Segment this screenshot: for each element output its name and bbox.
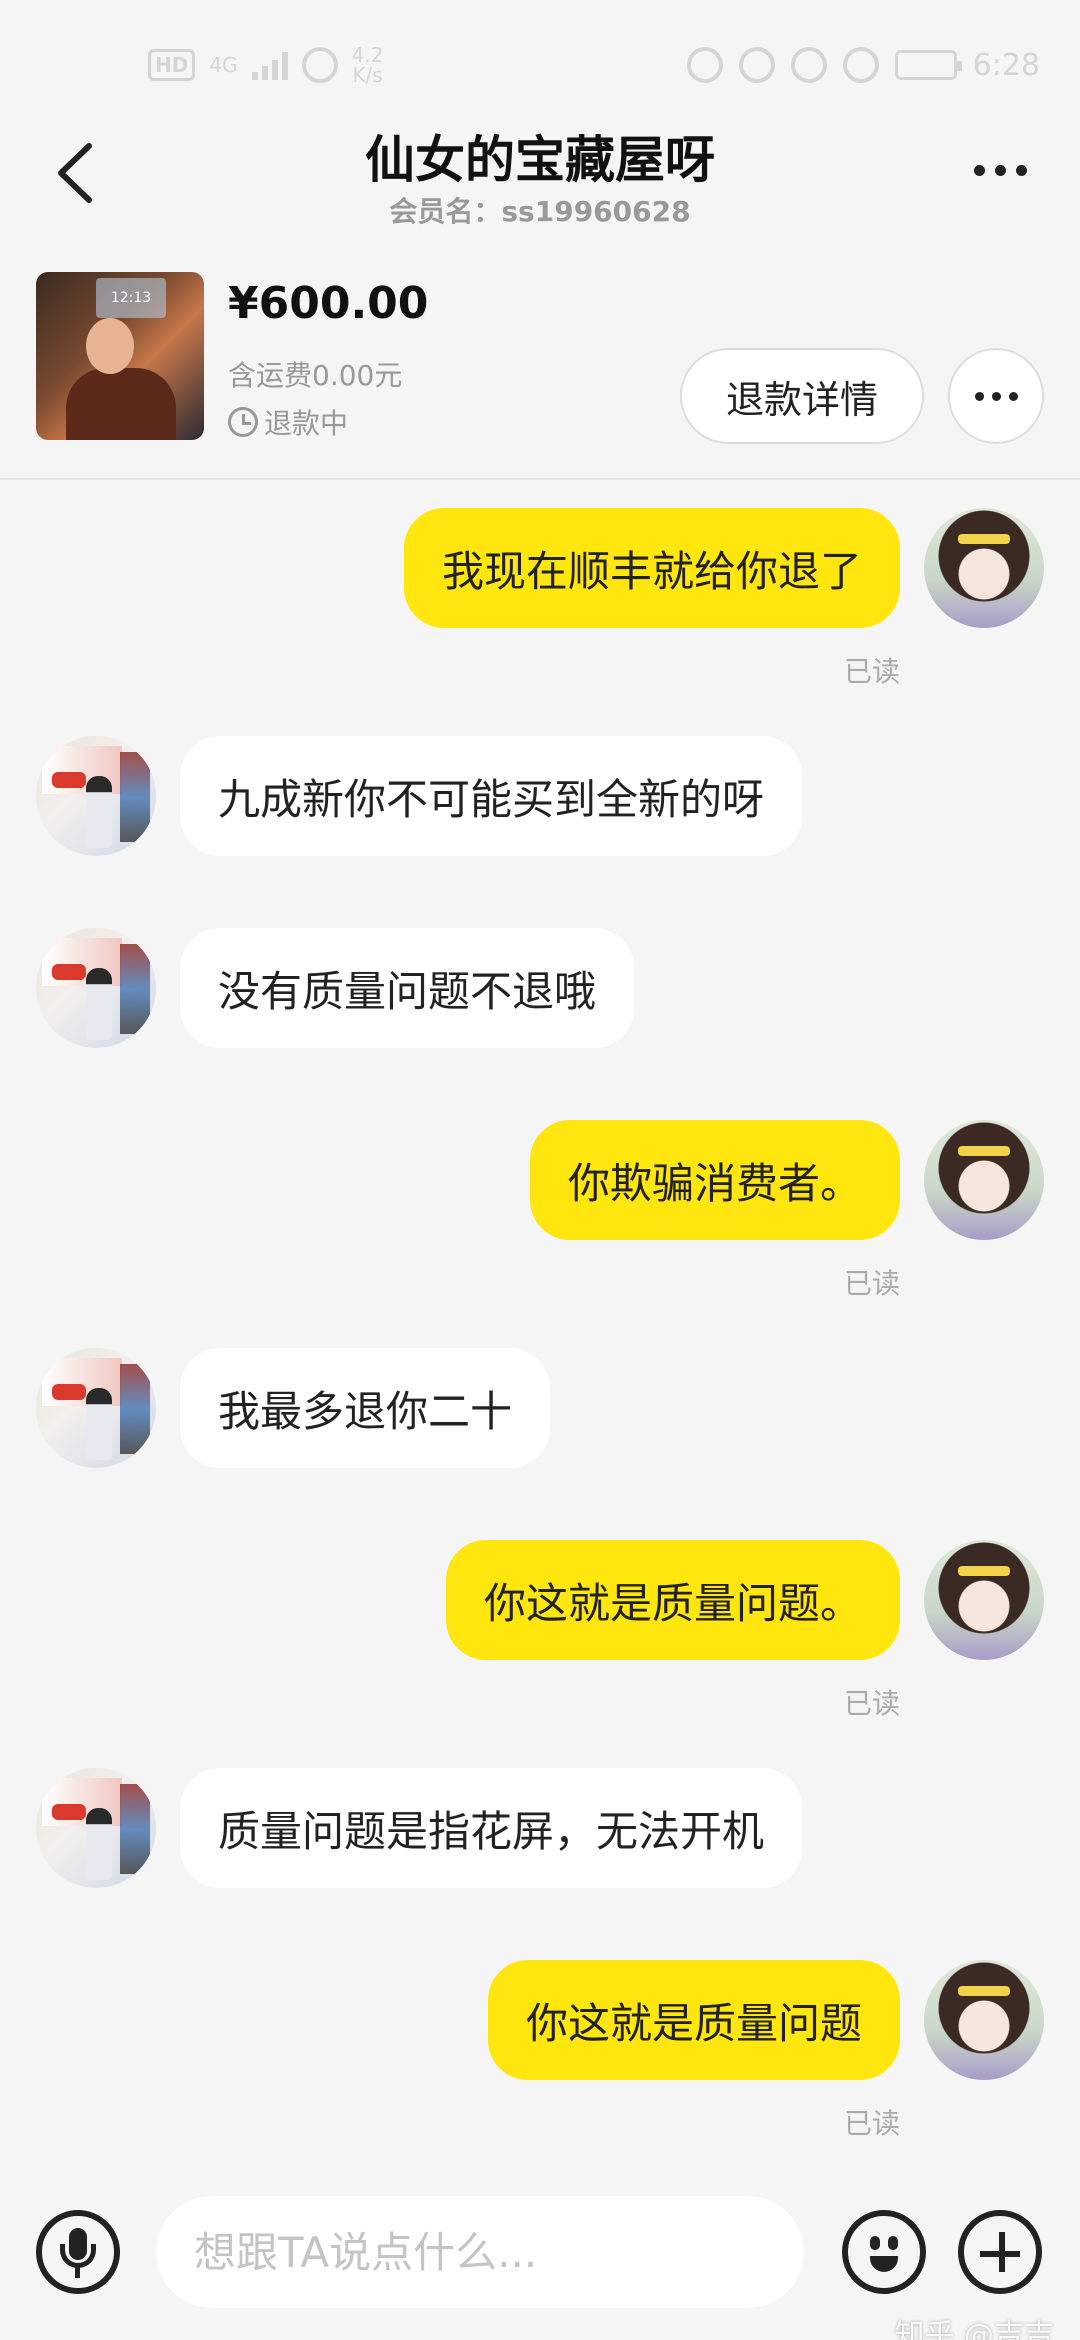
seller-message-bubble[interactable]: 我最多退你二十 xyxy=(180,1348,551,1468)
seller-avatar[interactable] xyxy=(36,928,156,1048)
battery-icon xyxy=(894,50,962,80)
seller-message-bubble[interactable]: 质量问题是指花屏，无法开机 xyxy=(180,1768,803,1888)
shop-title: 仙女的宝藏屋呀 xyxy=(365,131,715,189)
network-speed-value: 4.2 xyxy=(351,43,384,67)
signal-icon xyxy=(251,50,288,80)
alarm-icon xyxy=(738,47,775,83)
seller-message-bubble[interactable]: 没有质量问题不退哦 xyxy=(180,928,635,1048)
read-receipt: 已读 xyxy=(843,1687,900,1720)
shipping-fee: 含运费0.00元 xyxy=(228,359,403,392)
member-name: 会员名：ss19960628 xyxy=(389,195,691,228)
refund-status-text: 退款中 xyxy=(264,407,349,440)
read-receipt: 已读 xyxy=(843,655,900,688)
seller-avatar[interactable] xyxy=(36,736,156,856)
mute-icon xyxy=(842,47,879,83)
my-avatar[interactable] xyxy=(924,1960,1044,2080)
chat-header: 仙女的宝藏屋呀 会员名：ss19960628 xyxy=(0,110,1080,240)
product-price: ¥600.00 xyxy=(228,278,429,329)
wifi-icon xyxy=(301,47,338,83)
product-card[interactable]: 12:13 ¥600.00 含运费0.00元 退款中 退款详情 xyxy=(0,268,1080,480)
read-receipt: 已读 xyxy=(843,2107,900,2140)
thumbnail-phone-screen: 12:13 xyxy=(96,278,166,318)
refund-details-button[interactable]: 退款详情 xyxy=(680,348,924,444)
seller-avatar[interactable] xyxy=(36,1348,156,1468)
status-right: 6:28 xyxy=(686,42,1040,88)
my-avatar[interactable] xyxy=(924,1540,1044,1660)
emoji-icon[interactable] xyxy=(842,2210,926,2294)
card-more-button[interactable] xyxy=(948,348,1044,444)
network-type: 4G xyxy=(209,53,238,77)
seller-avatar[interactable] xyxy=(36,1768,156,1888)
network-speed: 4.2 K/s xyxy=(352,45,384,85)
location-icon xyxy=(790,47,827,83)
my-message-bubble[interactable]: 你这就是质量问题 xyxy=(487,1960,900,2080)
more-dots-icon xyxy=(974,391,984,401)
my-avatar[interactable] xyxy=(924,508,1044,628)
network-speed-unit: K/s xyxy=(352,63,383,87)
hd-badge: HD xyxy=(148,49,196,81)
my-avatar[interactable] xyxy=(924,1120,1044,1240)
plus-icon[interactable] xyxy=(958,2210,1042,2294)
status-left: HD 4G 4.2 K/s xyxy=(148,42,383,88)
seller-message-bubble[interactable]: 九成新你不可能买到全新的呀 xyxy=(180,736,803,856)
message-input[interactable] xyxy=(156,2196,804,2308)
eye-icon xyxy=(686,47,723,83)
microphone-icon[interactable] xyxy=(36,2210,120,2294)
my-message-bubble[interactable]: 你欺骗消费者。 xyxy=(529,1120,900,1240)
clock-icon xyxy=(228,407,258,437)
more-dots-icon xyxy=(973,164,985,176)
clock-time: 6:28 xyxy=(972,47,1040,83)
my-message-bubble[interactable]: 你这就是质量问题。 xyxy=(445,1540,900,1660)
read-receipt: 已读 xyxy=(843,1267,900,1300)
more-options-button[interactable] xyxy=(960,140,1040,200)
refund-status: 退款中 xyxy=(228,402,348,442)
my-message-bubble[interactable]: 我现在顺丰就给你退了 xyxy=(403,508,900,628)
product-thumbnail[interactable]: 12:13 xyxy=(36,272,204,440)
watermark: 知乎 @吉吉 xyxy=(894,2318,1054,2340)
